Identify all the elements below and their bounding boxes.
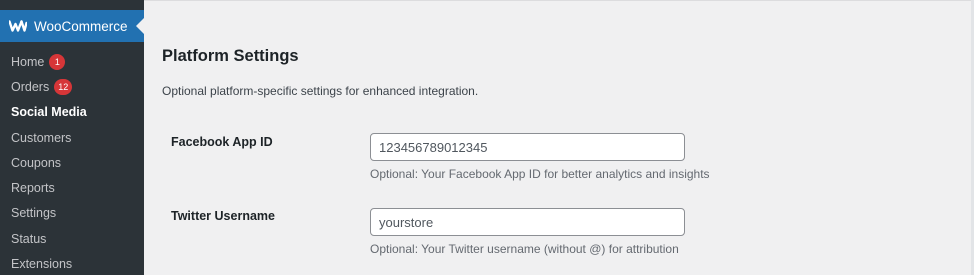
sidebar-item-label: Coupons (11, 155, 62, 170)
notification-badge: 12 (54, 78, 73, 95)
twitter-username-input[interactable] (370, 208, 685, 236)
sidebar-item-label: Home (11, 54, 45, 69)
sidebar-item-settings[interactable]: Settings (0, 201, 144, 226)
sidebar-item-reports[interactable]: Reports (0, 175, 144, 200)
facebook-app-id-label: Facebook App ID (171, 135, 273, 149)
twitter-username-label: Twitter Username (171, 209, 275, 223)
sidebar-item-label: Customers (11, 130, 72, 145)
facebook-app-id-help: Optional: Your Facebook App ID for bette… (370, 167, 710, 181)
sidebar-item-label: Reports (11, 181, 55, 196)
facebook-app-id-input[interactable] (370, 133, 685, 161)
notification-badge: 1 (49, 53, 66, 70)
sidebar-item-label: Settings (11, 206, 57, 221)
sidebar-item-label: Status (11, 231, 47, 246)
twitter-username-help: Optional: Your Twitter username (without… (370, 242, 679, 256)
top-divider (144, 0, 974, 1)
sidebar-item-coupons[interactable]: Coupons (0, 150, 144, 175)
sidebar-item-extensions[interactable]: Extensions (0, 251, 144, 275)
sidebar-item-customers[interactable]: Customers (0, 125, 144, 150)
woocommerce-menu-title: WooCommerce (34, 18, 128, 34)
sidebar-item-label: Orders (11, 79, 50, 94)
woocommerce-menu-header[interactable]: WooCommerce (0, 10, 144, 42)
sidebar-top-strip (0, 0, 144, 10)
section-description: Optional platform-specific settings for … (162, 84, 479, 98)
woocommerce-submenu: Home 1 Orders 12 Social Media Customers … (0, 42, 144, 275)
section-title: Platform Settings (162, 47, 299, 65)
admin-sidebar: WooCommerce Home 1 Orders 12 Social Medi… (0, 0, 144, 275)
sidebar-item-label: Social Media (11, 105, 87, 120)
sidebar-item-home[interactable]: Home 1 (0, 49, 144, 74)
sidebar-item-social-media[interactable]: Social Media (0, 100, 144, 125)
sidebar-item-label: Extensions (11, 257, 73, 272)
settings-content: Platform Settings Optional platform-spec… (144, 0, 974, 275)
sidebar-item-status[interactable]: Status (0, 226, 144, 251)
sidebar-item-orders[interactable]: Orders 12 (0, 74, 144, 99)
woocommerce-logo-icon (9, 19, 27, 33)
current-menu-arrow (136, 18, 144, 34)
